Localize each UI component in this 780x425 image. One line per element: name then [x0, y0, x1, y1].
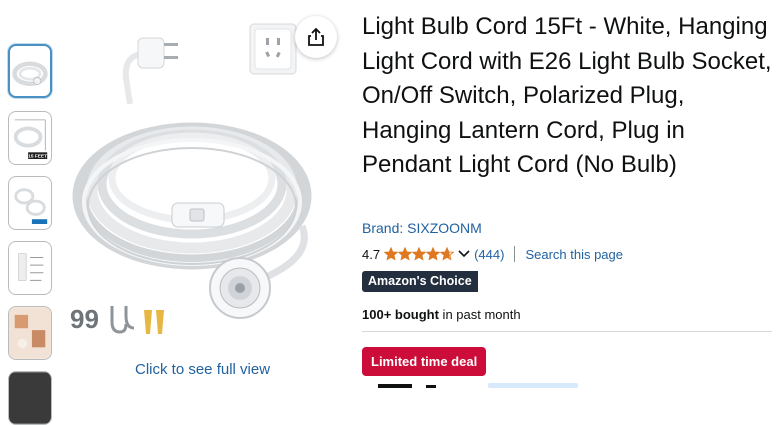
star-icon	[440, 247, 455, 261]
star-rating[interactable]	[384, 247, 455, 261]
spec-thumbnail-image	[18, 253, 44, 281]
thumbnail-length-label: 15 FEET	[28, 154, 47, 160]
rating-number: 4.7	[362, 246, 381, 262]
share-icon	[308, 27, 324, 46]
star-icon	[398, 247, 413, 261]
video-thumbnail-image	[9, 372, 51, 424]
share-button[interactable]	[295, 16, 337, 58]
thumbnail-4[interactable]	[8, 241, 52, 295]
thumbnail-3[interactable]	[8, 176, 52, 230]
bought-in-past-month: 100+ bought in past month	[362, 307, 521, 322]
star-icon	[426, 247, 441, 261]
bought-period: in past month	[438, 307, 521, 322]
length-thumbnail-image: 15 FEET	[13, 119, 48, 160]
thumbnail-6[interactable]	[8, 371, 52, 425]
bought-count: 100+ bought	[362, 307, 439, 322]
limited-time-deal-badge: Limited time deal	[362, 347, 487, 376]
section-divider	[362, 331, 772, 332]
star-icon	[384, 247, 399, 261]
divider	[514, 246, 516, 262]
main-product-image[interactable]: 99	[64, 16, 348, 354]
thumbnail-2[interactable]: 15 FEET	[8, 111, 52, 165]
see-full-view-link[interactable]: Click to see full view	[135, 361, 270, 378]
star-icon	[412, 247, 427, 261]
review-count-link[interactable]: (444)	[474, 247, 504, 262]
rating-row: 4.7 (444) Search this page	[362, 245, 623, 263]
cord-thumbnail-image	[12, 61, 48, 86]
brand-link[interactable]: Brand: SIXZOONM	[362, 220, 482, 236]
thumbnail-1[interactable]	[8, 44, 52, 98]
chevron-down-icon[interactable]	[458, 250, 470, 258]
accessories-thumbnail-image	[14, 188, 48, 224]
svg-text:99: 99	[70, 304, 99, 334]
thumbnail-5[interactable]	[8, 306, 52, 360]
price-row-partial	[378, 383, 578, 388]
product-title: Light Bulb Cord 15Ft - White, Hanging Li…	[362, 13, 772, 178]
search-page-link[interactable]: Search this page	[525, 247, 623, 262]
lifestyle-thumbnail-image	[9, 307, 51, 359]
amazons-choice-badge[interactable]: Amazon's Choice	[362, 271, 478, 292]
